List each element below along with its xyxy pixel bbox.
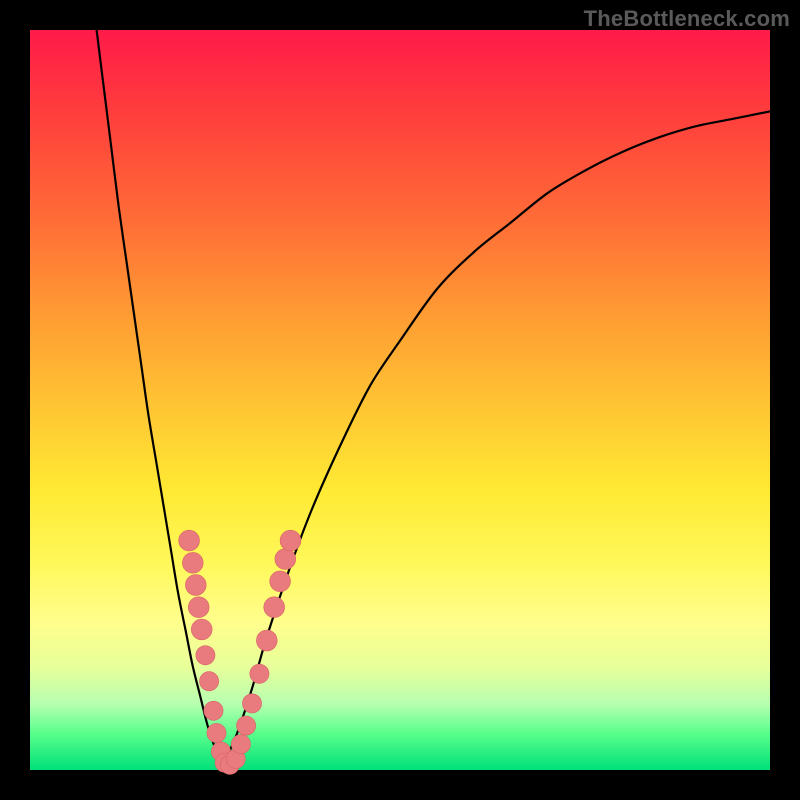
marker-dot (275, 549, 296, 570)
plot-area (30, 30, 770, 770)
marker-dot (182, 552, 203, 573)
marker-dot (270, 571, 291, 592)
marker-dot (256, 630, 277, 651)
marker-dot (185, 575, 206, 596)
marker-dot (250, 664, 269, 683)
marker-dot (207, 723, 226, 742)
marker-dot (280, 530, 301, 551)
marker-dot (196, 646, 215, 665)
marker-dot (264, 597, 285, 618)
bottleneck-curve-right (222, 111, 770, 766)
marker-dot (237, 716, 256, 735)
data-markers (179, 530, 301, 774)
chart-frame: TheBottleneck.com (0, 0, 800, 800)
marker-dot (191, 619, 212, 640)
marker-dot (188, 597, 209, 618)
marker-dot (200, 672, 219, 691)
marker-dot (231, 735, 250, 754)
marker-dot (204, 701, 223, 720)
marker-dot (179, 530, 200, 551)
watermark-text: TheBottleneck.com (584, 6, 790, 32)
curve-svg (30, 30, 770, 770)
marker-dot (242, 694, 261, 713)
